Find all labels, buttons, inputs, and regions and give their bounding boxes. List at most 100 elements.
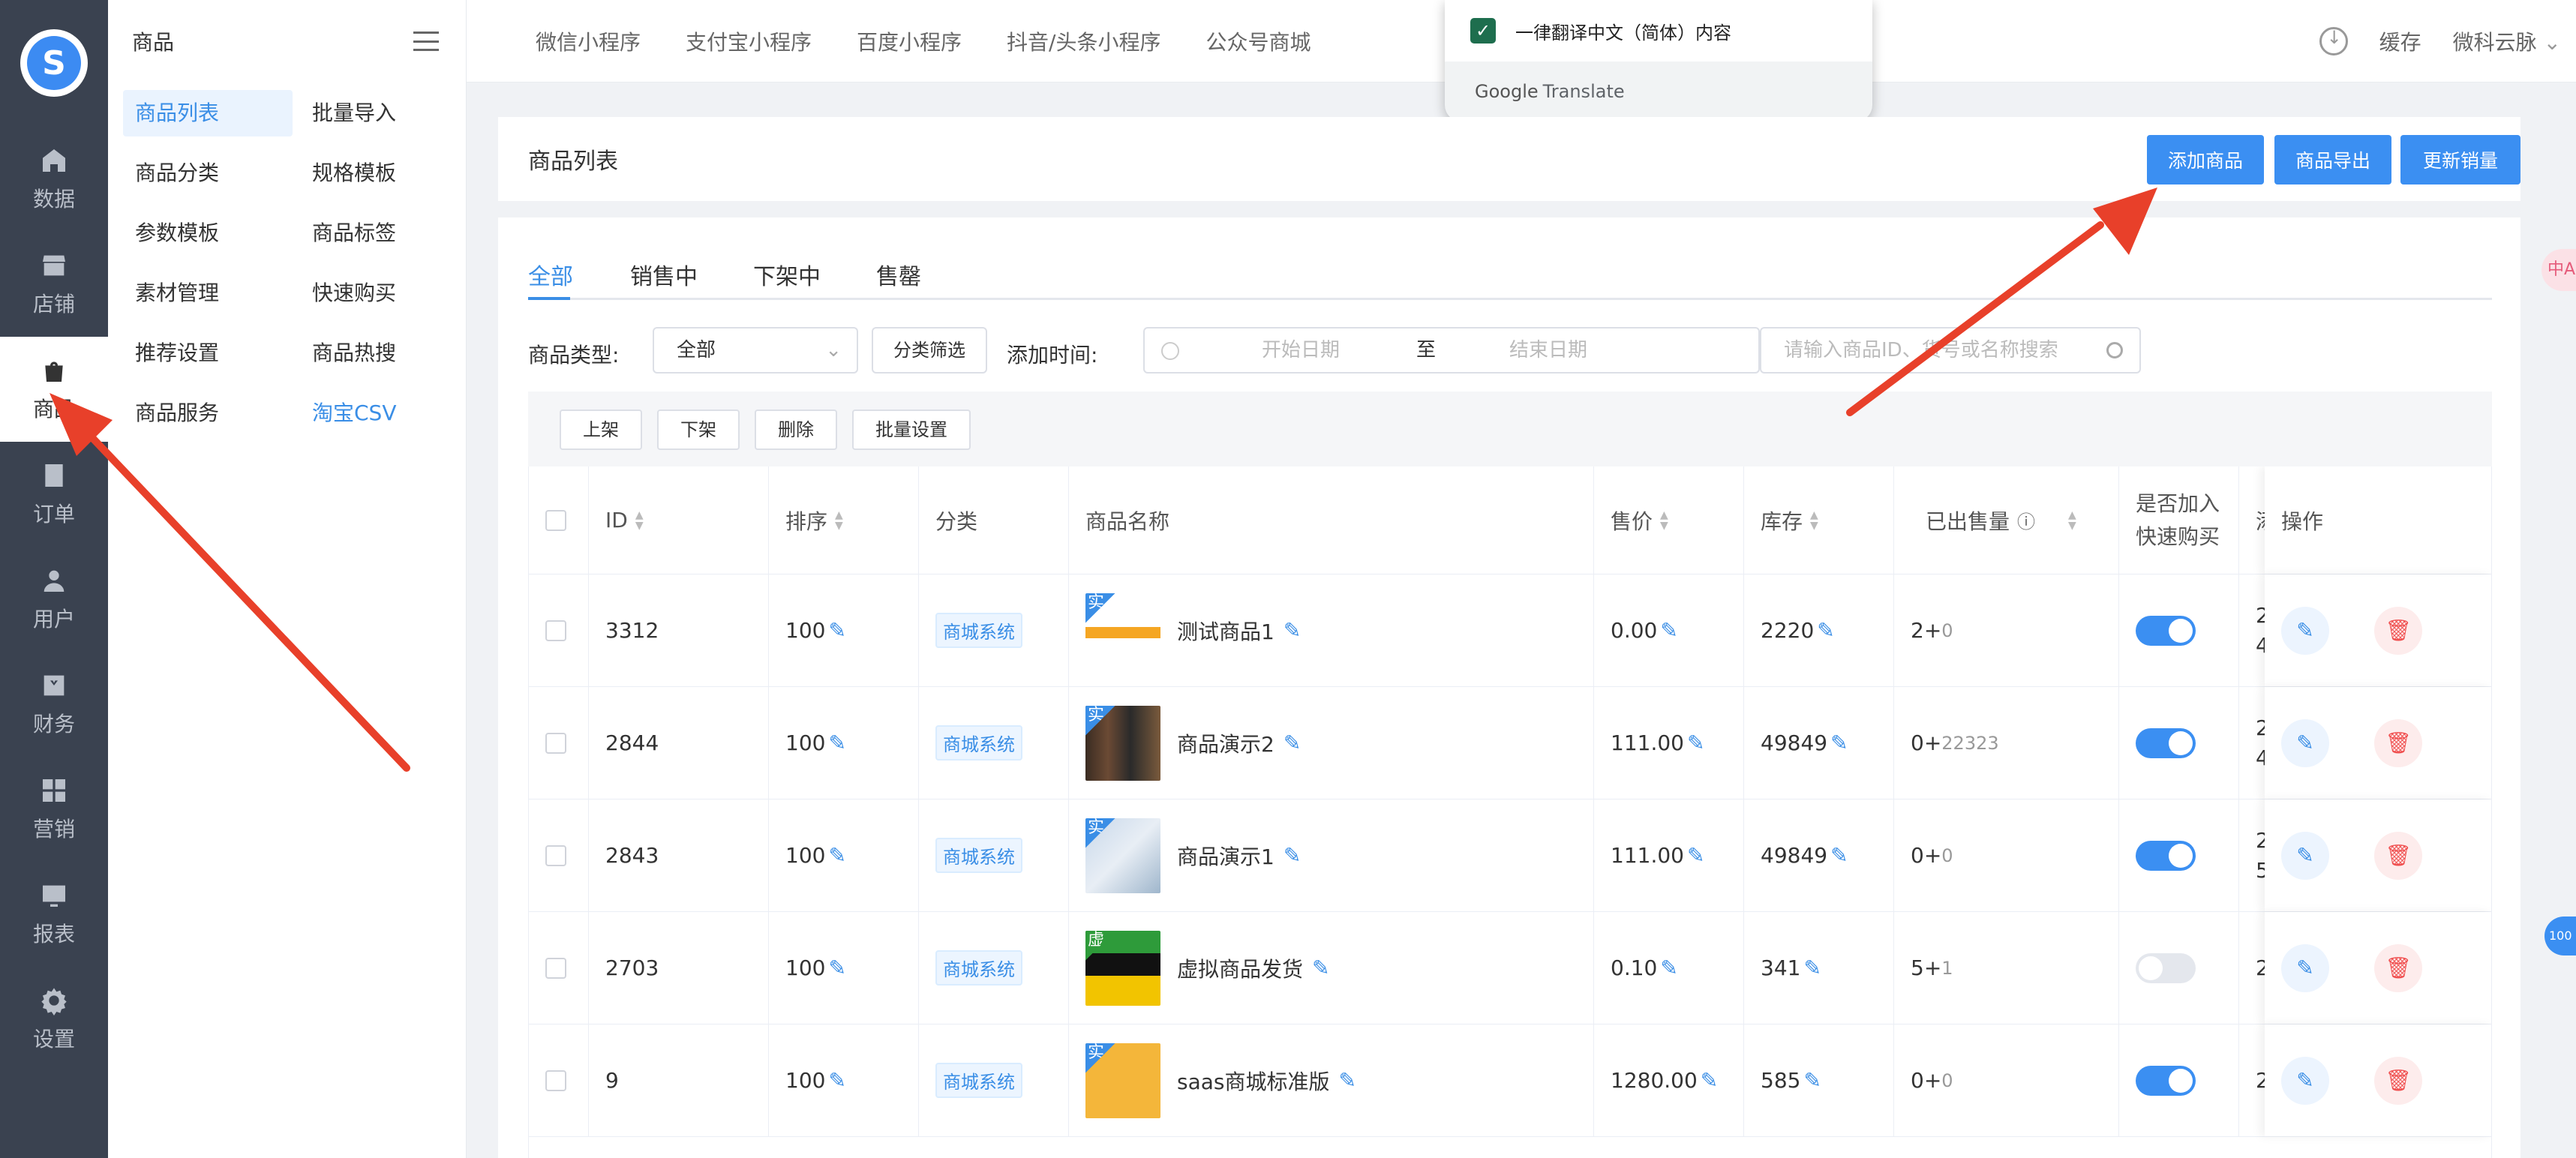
trash-icon[interactable]: 🗑: [2374, 718, 2422, 767]
submenu-item-recommend[interactable]: 推荐设置: [123, 330, 293, 376]
submenu-item-taobao-csv[interactable]: 淘宝CSV: [300, 390, 470, 436]
submenu-item-materials[interactable]: 素材管理: [123, 270, 293, 316]
product-thumbnail[interactable]: 实: [1085, 592, 1160, 668]
header-sort[interactable]: 排序 ▲ ▼: [769, 466, 919, 574]
pencil-icon[interactable]: ✎: [828, 1068, 845, 1093]
cell-stock[interactable]: 585 ✎: [1744, 1024, 1894, 1136]
tab-baidu-miniprogram[interactable]: 百度小程序: [857, 26, 962, 56]
batch-off-shelf-button[interactable]: 下架: [657, 410, 740, 450]
quick-buy-toggle[interactable]: [2136, 615, 2196, 646]
trash-icon[interactable]: 🗑: [2374, 606, 2422, 655]
submenu-item-category[interactable]: 商品分类: [123, 150, 293, 196]
edit-icon[interactable]: ✎: [2281, 944, 2329, 992]
quick-buy-toggle[interactable]: [2136, 1065, 2196, 1096]
sort-icon[interactable]: ▲ ▼: [1810, 510, 1818, 531]
row-checkbox[interactable]: [545, 620, 566, 641]
cell-price[interactable]: 0.10 ✎: [1594, 912, 1744, 1024]
pencil-icon[interactable]: ✎: [1283, 843, 1301, 868]
rail-item-marketing[interactable]: 营销: [0, 757, 108, 862]
pencil-icon[interactable]: ✎: [1803, 1068, 1821, 1093]
cell-price[interactable]: 111.00 ✎: [1594, 800, 1744, 911]
edit-icon[interactable]: ✎: [2281, 831, 2329, 880]
date-range-picker[interactable]: 开始日期 至 结束日期: [1143, 327, 1760, 374]
submenu-item-tags[interactable]: 商品标签: [300, 210, 470, 256]
cell-sort[interactable]: 100 ✎: [769, 1024, 919, 1136]
pencil-icon[interactable]: ✎: [1701, 1068, 1718, 1093]
rail-item-data[interactable]: 数据: [0, 127, 108, 232]
select-all-checkbox[interactable]: [545, 509, 566, 531]
sort-icon[interactable]: ▲ ▼: [635, 510, 644, 531]
row-checkbox[interactable]: [545, 732, 566, 754]
pencil-icon[interactable]: ✎: [1817, 618, 1834, 643]
cell-stock[interactable]: 49849 ✎: [1744, 687, 1894, 799]
tab-sold-out[interactable]: 售罄: [876, 258, 921, 291]
end-date-input[interactable]: 结束日期: [1509, 328, 1587, 372]
quick-buy-toggle[interactable]: [2136, 728, 2196, 758]
cell-sort[interactable]: 100 ✎: [769, 912, 919, 1024]
product-thumbnail[interactable]: 虚: [1085, 930, 1160, 1006]
product-thumbnail[interactable]: 实: [1085, 818, 1160, 893]
search-icon[interactable]: [2106, 342, 2123, 358]
download-icon[interactable]: [2319, 27, 2348, 56]
header-stock[interactable]: 库存 ▲ ▼: [1744, 466, 1894, 574]
rail-item-goods[interactable]: 商品: [0, 337, 108, 442]
batch-delete-button[interactable]: 删除: [755, 410, 837, 450]
cell-price[interactable]: 111.00 ✎: [1594, 687, 1744, 799]
pencil-icon[interactable]: ✎: [1660, 956, 1677, 980]
tab-douyin-miniprogram[interactable]: 抖音/头条小程序: [1007, 26, 1160, 56]
quick-buy-toggle[interactable]: [2136, 840, 2196, 871]
pencil-icon[interactable]: ✎: [1830, 843, 1848, 868]
tab-off-shelf[interactable]: 下架中: [753, 258, 821, 291]
cell-stock[interactable]: 2220 ✎: [1744, 574, 1894, 686]
submenu-item-batch-import[interactable]: 批量导入: [300, 90, 470, 136]
product-name[interactable]: 测试商品1: [1177, 616, 1274, 646]
pencil-icon[interactable]: ✎: [1803, 956, 1821, 980]
rail-item-orders[interactable]: 订单: [0, 442, 108, 547]
product-name[interactable]: 虚拟商品发货: [1177, 953, 1303, 983]
rail-item-reports[interactable]: 报表: [0, 862, 108, 967]
cell-price[interactable]: 1280.00 ✎: [1594, 1024, 1744, 1136]
cell-stock[interactable]: 341 ✎: [1744, 912, 1894, 1024]
edit-icon[interactable]: ✎: [2281, 1056, 2329, 1105]
tab-wechat-miniprogram[interactable]: 微信小程序: [536, 26, 641, 56]
cell-sort[interactable]: 100 ✎: [769, 574, 919, 686]
search-input[interactable]: 请输入商品ID、货号或名称搜索: [1760, 327, 2141, 374]
submenu-item-quick-buy[interactable]: 快速购买: [300, 270, 470, 316]
product-name[interactable]: 商品演示1: [1177, 841, 1274, 871]
rail-item-users[interactable]: 用户: [0, 547, 108, 652]
row-checkbox[interactable]: [545, 844, 566, 866]
pencil-icon[interactable]: ✎: [828, 618, 845, 643]
submenu-item-hot-search[interactable]: 商品热搜: [300, 330, 470, 376]
sort-icon[interactable]: ▲ ▼: [2068, 510, 2076, 531]
tab-official-account-mall[interactable]: 公众号商城: [1205, 26, 1311, 56]
info-icon[interactable]: ⓘ: [2017, 507, 2035, 533]
tab-on-sale[interactable]: 销售中: [630, 258, 698, 291]
product-thumbnail[interactable]: 实: [1085, 705, 1160, 781]
pencil-icon[interactable]: ✎: [1687, 730, 1704, 755]
pencil-icon[interactable]: ✎: [1283, 618, 1301, 643]
rail-item-settings[interactable]: 设置: [0, 967, 108, 1072]
export-goods-button[interactable]: 商品导出: [2274, 135, 2391, 184]
cell-price[interactable]: 0.00 ✎: [1594, 574, 1744, 686]
pencil-icon[interactable]: ✎: [1830, 730, 1848, 755]
float-badge[interactable]: 100: [2544, 916, 2576, 956]
pencil-icon[interactable]: ✎: [1660, 618, 1677, 643]
cell-stock[interactable]: 49849 ✎: [1744, 800, 1894, 911]
rail-item-store[interactable]: 店铺: [0, 232, 108, 337]
trash-icon[interactable]: 🗑: [2374, 944, 2422, 992]
row-checkbox[interactable]: [545, 957, 566, 979]
product-name[interactable]: 商品演示2: [1177, 728, 1274, 758]
account-menu[interactable]: 微科云脉 ⌄: [2453, 26, 2561, 56]
cell-sort[interactable]: 100 ✎: [769, 687, 919, 799]
submenu-item-param-template[interactable]: 参数模板: [123, 210, 293, 256]
translate-float-icon[interactable]: 中A: [2541, 249, 2576, 291]
product-thumbnail[interactable]: 实: [1085, 1042, 1160, 1118]
product-name[interactable]: saas商城标准版: [1177, 1066, 1330, 1096]
tab-all[interactable]: 全部: [528, 258, 573, 291]
type-select[interactable]: 全部 ⌄: [653, 327, 858, 374]
edit-icon[interactable]: ✎: [2281, 718, 2329, 767]
pencil-icon[interactable]: ✎: [828, 843, 845, 868]
header-id[interactable]: ID ▲ ▼: [589, 466, 769, 574]
update-sales-button[interactable]: 更新销量: [2400, 135, 2520, 184]
batch-settings-button[interactable]: 批量设置: [852, 410, 971, 450]
